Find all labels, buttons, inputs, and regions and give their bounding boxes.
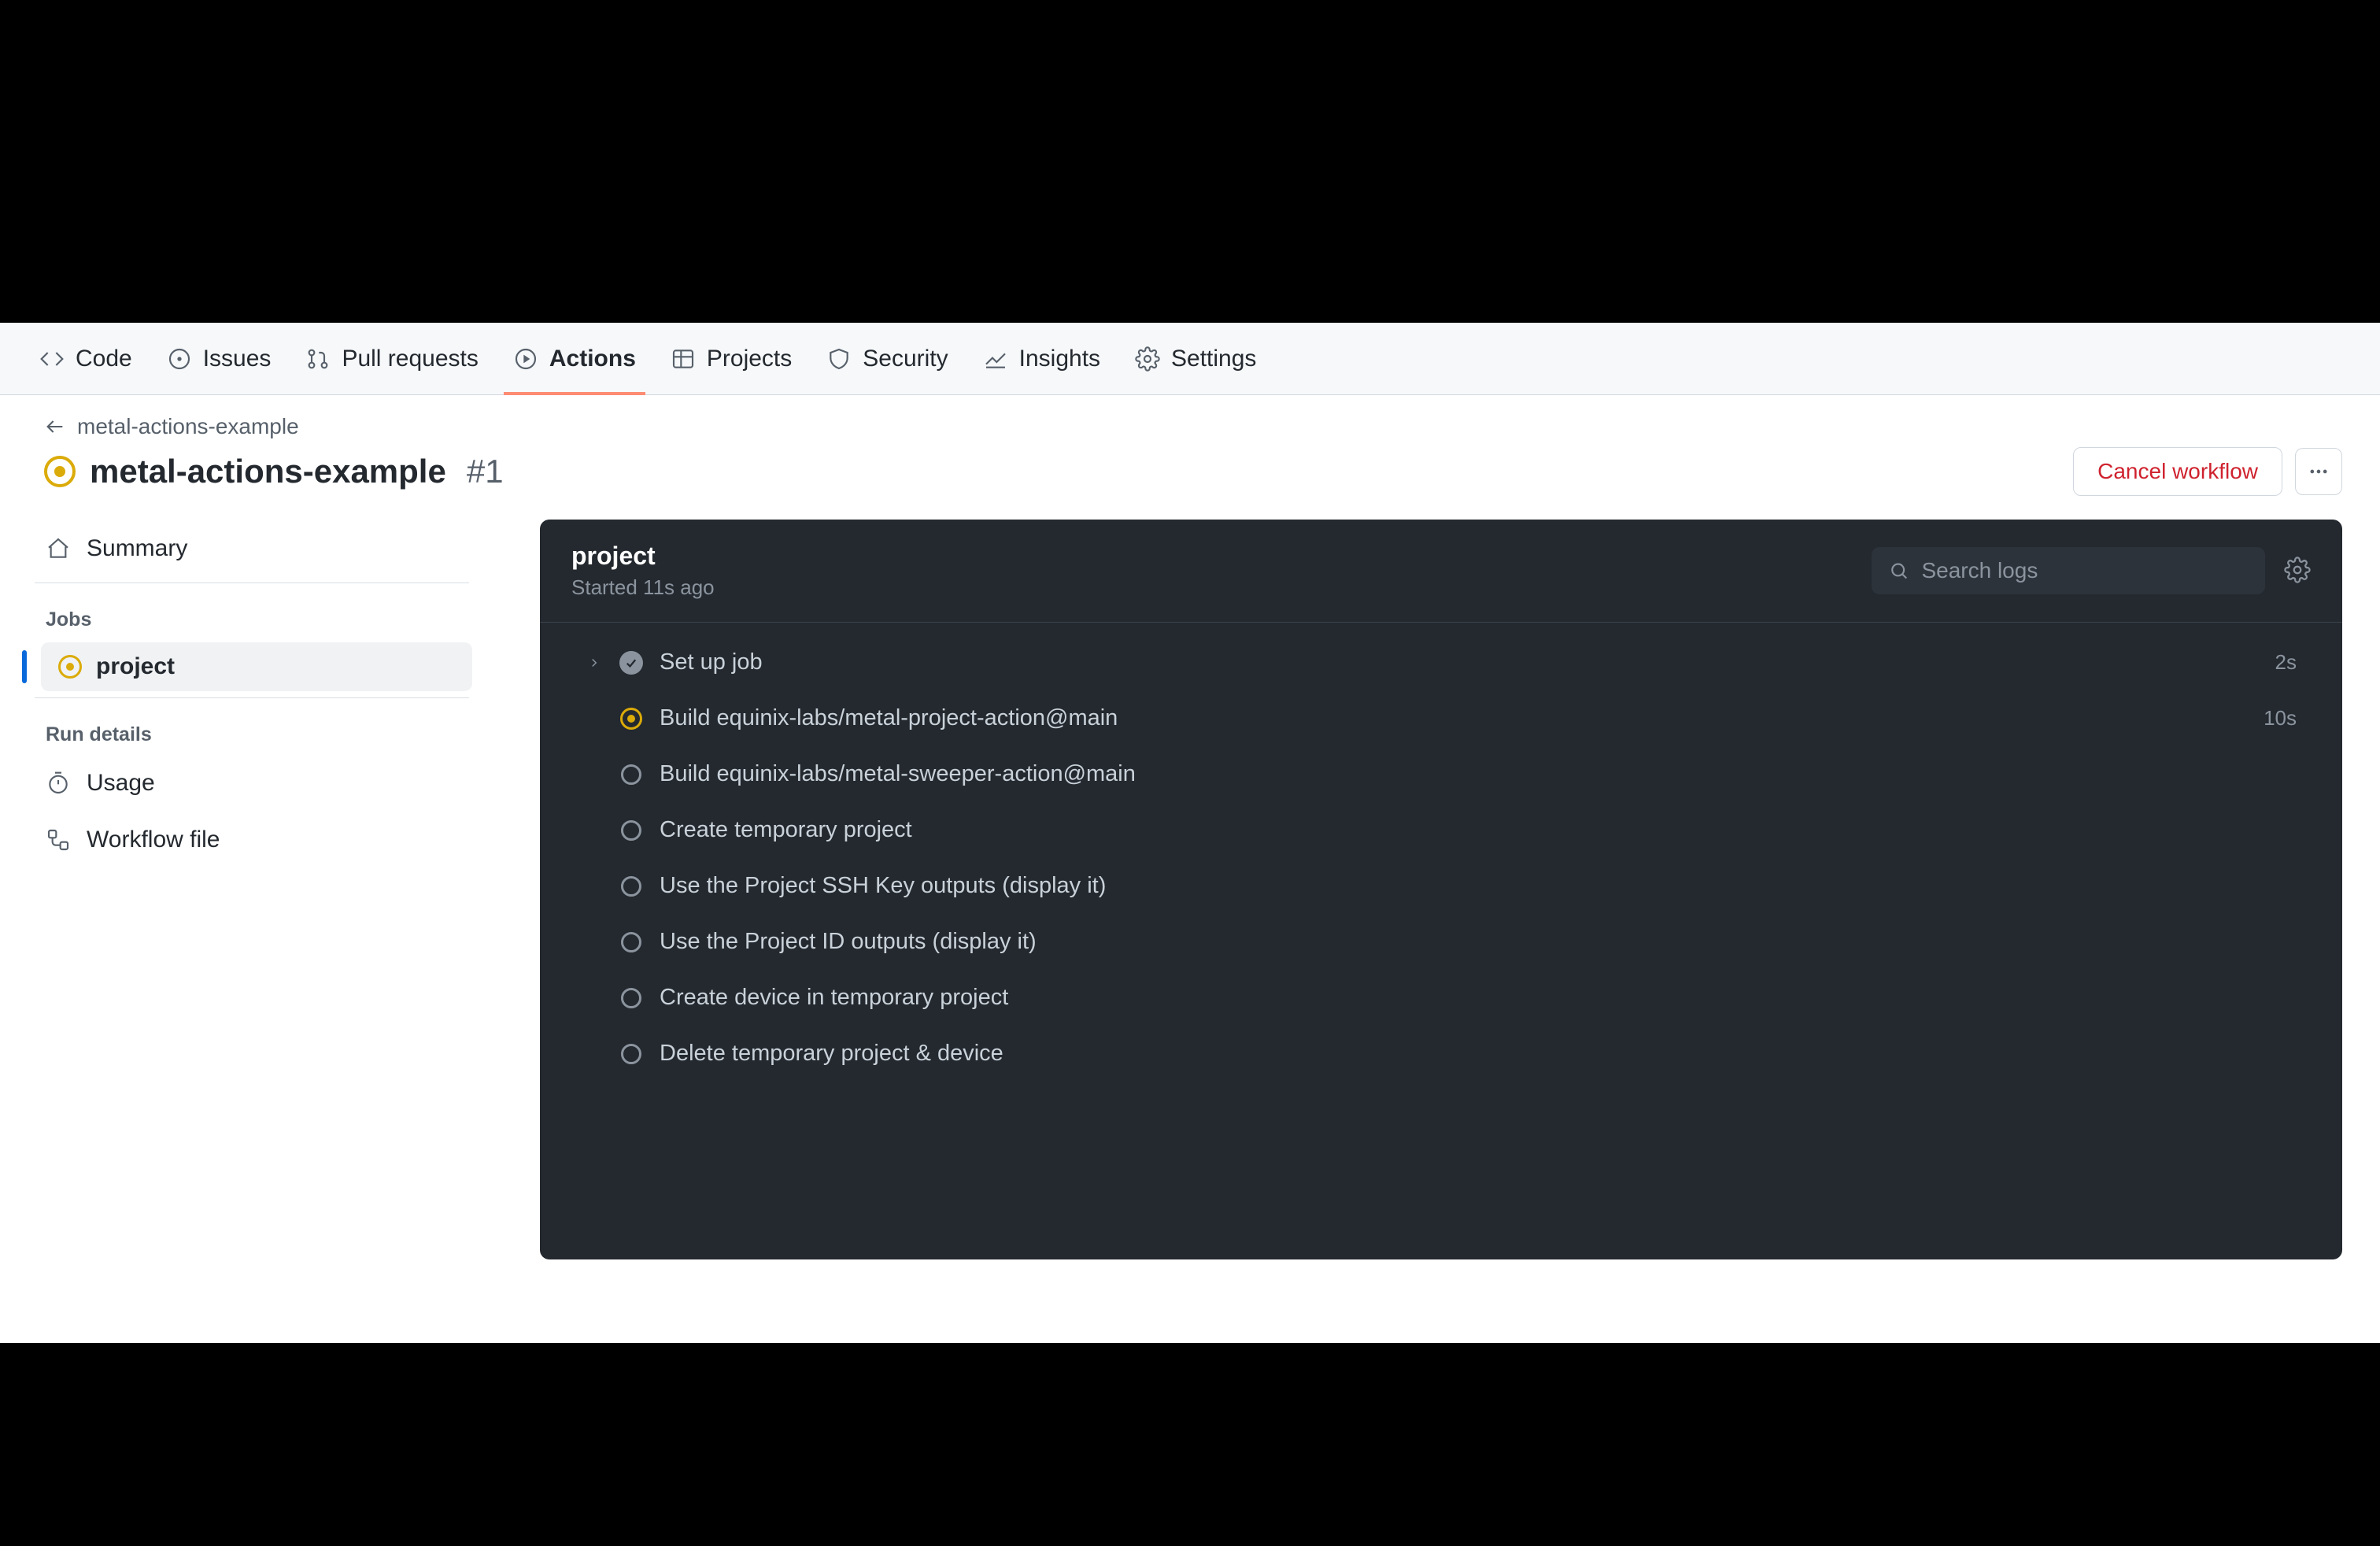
tab-pull-requests[interactable]: Pull requests <box>291 323 492 394</box>
status-running-icon <box>58 655 82 679</box>
step-row[interactable]: Set up job 2s <box>578 638 2311 686</box>
tab-code-label: Code <box>76 346 132 372</box>
tab-projects[interactable]: Projects <box>656 323 806 394</box>
step-row[interactable]: Delete temporary project & device <box>578 1030 2311 1078</box>
log-settings-button[interactable] <box>2284 557 2311 586</box>
step-label: Use the Project ID outputs (display it) <box>660 929 2281 955</box>
sidebar: Summary Jobs project Run details Usage W… <box>13 520 485 1259</box>
play-circle-icon <box>513 346 538 372</box>
tab-issues[interactable]: Issues <box>153 323 286 394</box>
arrow-left-icon <box>44 416 66 438</box>
graph-icon <box>983 346 1008 372</box>
sidebar-item-summary[interactable]: Summary <box>27 521 477 576</box>
tab-actions-label: Actions <box>549 346 636 372</box>
steps-list: Set up job 2s Build equinix-labs/metal-pro… <box>540 623 2342 1109</box>
tab-actions[interactable]: Actions <box>499 323 650 394</box>
sidebar-item-label: Usage <box>87 770 155 797</box>
run-number: #1 <box>467 453 504 490</box>
log-panel-header: project Started 11s ago <box>540 520 2342 623</box>
step-row[interactable]: Build equinix-labs/metal-sweeper-action@… <box>578 750 2311 798</box>
cancel-workflow-button[interactable]: Cancel workflow <box>2073 447 2282 496</box>
sidebar-item-label: Summary <box>87 535 187 562</box>
run-status-icon <box>44 456 76 487</box>
step-label: Use the Project SSH Key outputs (display… <box>660 873 2281 899</box>
page-header: metal-actions-example metal-actions-exam… <box>0 395 2380 512</box>
tab-settings[interactable]: Settings <box>1121 323 1270 394</box>
pull-request-icon <box>305 346 331 372</box>
step-label: Create device in temporary project <box>660 985 2281 1011</box>
step-row[interactable]: Use the Project SSH Key outputs (display… <box>578 862 2311 910</box>
status-pending-icon <box>619 762 644 787</box>
divider <box>35 697 469 698</box>
sidebar-heading-run-details: Run details <box>19 705 485 754</box>
table-icon <box>671 346 696 372</box>
search-icon <box>1889 560 1909 582</box>
step-duration: 10s <box>2264 706 2303 730</box>
workflow-icon <box>46 827 71 853</box>
status-pending-icon <box>619 818 644 843</box>
step-label: Delete temporary project & device <box>660 1041 2281 1067</box>
chevron-right-icon <box>586 656 603 670</box>
gear-icon <box>2284 557 2311 583</box>
tab-code[interactable]: Code <box>25 323 146 394</box>
home-icon <box>46 536 71 561</box>
breadcrumb[interactable]: metal-actions-example <box>44 414 2342 439</box>
status-running-icon <box>619 706 644 731</box>
sidebar-job-item[interactable]: project <box>41 642 472 691</box>
step-row[interactable]: Use the Project ID outputs (display it) <box>578 918 2311 966</box>
tab-insights-label: Insights <box>1019 346 1100 372</box>
step-label: Set up job <box>660 649 2260 675</box>
repo-tabs: Code Issues Pull requests Actions Projec… <box>0 323 2380 395</box>
step-duration: 2s <box>2275 650 2303 675</box>
shield-icon <box>826 346 852 372</box>
status-pending-icon <box>619 874 644 899</box>
sidebar-item-usage[interactable]: Usage <box>27 756 477 811</box>
tab-projects-label: Projects <box>707 346 792 372</box>
stopwatch-icon <box>46 771 71 796</box>
status-success-icon <box>619 650 644 675</box>
job-title: project <box>571 542 715 571</box>
workflow-title: metal-actions-example <box>90 453 446 490</box>
sidebar-item-label: Workflow file <box>87 827 220 853</box>
tab-security-label: Security <box>863 346 948 372</box>
step-row[interactable]: Build equinix-labs/metal-project-action@… <box>578 694 2311 742</box>
code-icon <box>39 346 65 372</box>
log-panel: project Started 11s ago <box>540 520 2342 1259</box>
tab-insights[interactable]: Insights <box>969 323 1114 394</box>
sidebar-heading-jobs: Jobs <box>19 590 485 639</box>
more-actions-button[interactable] <box>2295 448 2342 495</box>
search-logs-input[interactable] <box>1921 558 2248 583</box>
issue-icon <box>167 346 192 372</box>
step-label: Build equinix-labs/metal-project-action@… <box>660 705 2248 731</box>
tab-security[interactable]: Security <box>812 323 962 394</box>
step-row[interactable]: Create device in temporary project <box>578 974 2311 1022</box>
search-logs-field[interactable] <box>1872 547 2265 594</box>
status-pending-icon <box>619 930 644 955</box>
tab-pull-requests-label: Pull requests <box>342 346 478 372</box>
sidebar-job-label: project <box>96 653 175 680</box>
step-label: Build equinix-labs/metal-sweeper-action@… <box>660 761 2281 787</box>
step-row[interactable]: Create temporary project <box>578 806 2311 854</box>
step-label: Create temporary project <box>660 817 2281 843</box>
tab-issues-label: Issues <box>203 346 272 372</box>
status-pending-icon <box>619 1041 644 1067</box>
kebab-icon <box>2308 460 2330 483</box>
breadcrumb-label: metal-actions-example <box>77 414 299 439</box>
sidebar-item-workflow-file[interactable]: Workflow file <box>27 812 477 867</box>
job-started-time: Started 11s ago <box>571 575 715 600</box>
tab-settings-label: Settings <box>1171 346 1256 372</box>
gear-icon <box>1135 346 1160 372</box>
status-pending-icon <box>619 986 644 1011</box>
